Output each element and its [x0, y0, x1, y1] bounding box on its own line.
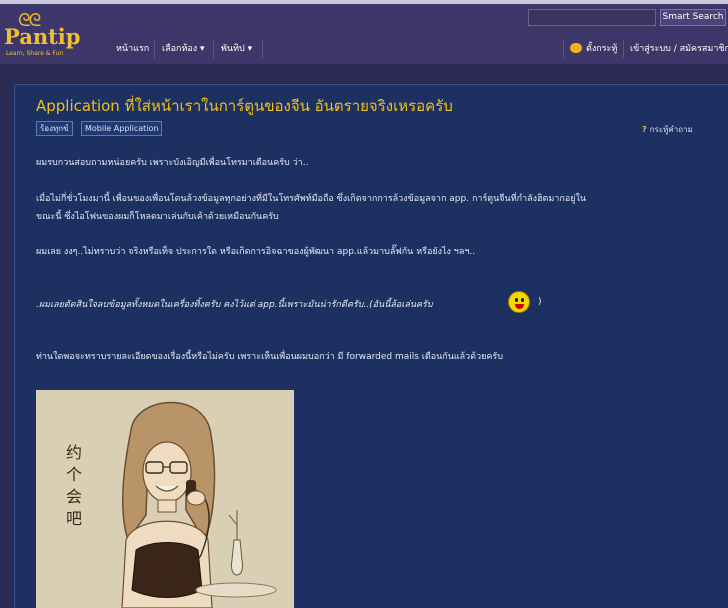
- pantip-logo[interactable]: ᘓᘓ Pantip Learn, Share & Fun: [4, 10, 84, 62]
- logo-tagline: Learn, Share & Fun: [6, 50, 64, 57]
- login-register-link[interactable]: เข้าสู่ระบบ / สมัครสมาชิก: [630, 36, 728, 62]
- question-topic-label: ? กระทู้คำถาม: [642, 123, 693, 136]
- post-paragraph: ท่านใดพอจะทราบรายละเอียดของเรื่องนี้หรือ…: [36, 352, 503, 362]
- question-topic-text: กระทู้คำถาม: [649, 125, 693, 134]
- post-paragraph: ผมเลย งงๆ..ไม่ทราบว่า จริงหรือเท็จ ประกา…: [36, 247, 476, 257]
- topic-title: Application ที่ใส่หน้าเราในการ์ตูนของจีน…: [36, 97, 453, 115]
- new-topic-label: ตั้งกระทู้: [586, 44, 618, 54]
- nav-rooms[interactable]: เลือกห้อง ▾: [162, 36, 205, 62]
- new-topic-link[interactable]: ตั้งกระทู้: [570, 36, 617, 62]
- speech-bubble-icon: [570, 42, 582, 53]
- tag-complaint[interactable]: ร้องทุกข์: [36, 121, 73, 136]
- nav-tags[interactable]: พันทิป ▾: [221, 36, 252, 62]
- nav-divider: [262, 40, 263, 58]
- nav-home[interactable]: หน้าแรก: [116, 36, 149, 62]
- nav-divider: [563, 40, 564, 58]
- tag-mobile-application[interactable]: Mobile Application: [81, 121, 163, 136]
- smart-search-button[interactable]: Smart Search: [660, 9, 726, 26]
- smiley-tongue: [515, 304, 524, 309]
- logo-text: Pantip: [4, 24, 81, 49]
- nav-divider: [154, 40, 155, 58]
- smiley-eye: [521, 298, 524, 302]
- smiley-eye: [515, 298, 518, 302]
- nav-divider: [213, 40, 214, 58]
- question-mark-icon: ?: [642, 125, 647, 134]
- cartoon-girl-image: 约个会吧: [36, 390, 294, 608]
- post-paragraph: ผมรบกวนสอบถามหน่อยครับ เพราะบังเอิญมีเพื…: [36, 158, 309, 168]
- image-caption: 约个会吧: [66, 443, 83, 528]
- post-paragraph: เมื่อไม่กี่ชั่วโมงมานี้ เพื่อนของเพื่อนโ…: [36, 194, 587, 204]
- post-paragraph-italic: .ผมเลยตัดสินใจลบข้อมูลทั้งหมดในเครื่องทิ…: [36, 300, 433, 310]
- nav-divider: [623, 40, 624, 58]
- tongue-smiley-icon: [508, 291, 530, 313]
- post-paragraph: ขณะนี้ ซึ่งไอโฟนของผมก็โหลดมาเล่นกับเค้า…: [36, 212, 279, 222]
- search-input[interactable]: [528, 9, 656, 26]
- closing-parenthesis: ): [538, 297, 542, 307]
